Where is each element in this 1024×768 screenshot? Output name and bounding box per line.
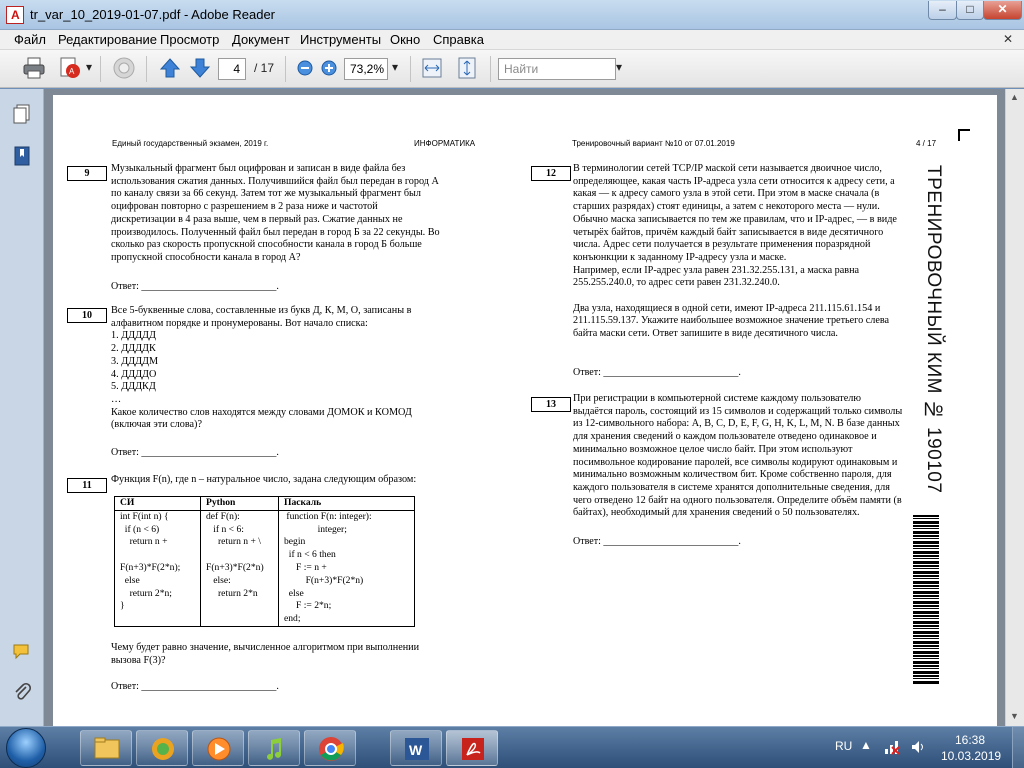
document-area[interactable]: Единый государственный экзамен, 2019 г. … [44, 89, 1024, 726]
question-11-answer: Ответ: ___________________________. [111, 681, 279, 692]
header-subject: ИНФОРМАТИКА [414, 139, 476, 148]
toolbar: A ▾ 4 / 17 73,2% ▾ Найти ▾ [0, 50, 1024, 88]
email-icon[interactable] [112, 56, 136, 80]
menu-file[interactable]: Файл [14, 32, 46, 47]
question-12-text: В терминологии сетей TCP/IP маской сети … [573, 163, 897, 340]
attachments-icon[interactable] [12, 681, 32, 703]
clock-time[interactable]: 16:38 [955, 733, 985, 747]
svg-text:A: A [69, 67, 75, 76]
menu-tools[interactable]: Инструменты [300, 32, 381, 47]
chevron-down-icon[interactable]: ▾ [86, 60, 92, 74]
navigation-pane [0, 89, 44, 726]
zoom-in-icon[interactable] [320, 56, 338, 80]
header-page-number: 4 / 17 [916, 139, 937, 148]
barcode [913, 515, 939, 685]
question-13-text: При регистрации в компьютерной системе к… [573, 393, 903, 519]
question-10-text: Все 5-буквенные слова, составленные из б… [111, 305, 412, 431]
menu-view[interactable]: Просмотр [160, 32, 219, 47]
code-pascal: function F(n: integer): integer; begin i… [278, 509, 415, 627]
fit-width-icon[interactable] [420, 56, 444, 80]
bookmarks-panel-icon[interactable] [12, 145, 32, 167]
question-number-13: 13 [531, 397, 571, 412]
title-bar[interactable]: tr_var_10_2019-01-07.pdf - Adobe Reader … [0, 0, 1024, 30]
page-number-input[interactable]: 4 [218, 58, 246, 80]
question-9-answer: Ответ: ___________________________. [111, 281, 279, 292]
zoom-level-input[interactable]: 73,2% [344, 58, 388, 80]
question-9-text: Музыкальный фрагмент был оцифрован и зап… [111, 163, 440, 263]
show-desktop-button[interactable] [1012, 727, 1024, 768]
pages-panel-icon[interactable] [12, 103, 32, 125]
zoom-out-icon[interactable] [296, 56, 314, 80]
question-10-answer: Ответ: ___________________________. [111, 447, 279, 458]
side-title: ТРЕНИРОВОЧНЫЙ КИМ № 190107 [923, 165, 944, 494]
code-header-pascal: Паскаль [278, 496, 415, 511]
code-python: def F(n): if n < 6: return n + \ F(n+3)*… [200, 509, 279, 627]
code-table: СИ Python Паскаль int F(int n) { if (n <… [114, 496, 415, 627]
fit-page-icon[interactable] [455, 56, 479, 80]
search-dropdown-chevron-icon[interactable]: ▾ [616, 60, 622, 74]
volume-icon[interactable] [910, 739, 926, 755]
window-title: tr_var_10_2019-01-07.pdf - Adobe Reader [30, 7, 276, 22]
pdf-page: Единый государственный экзамен, 2019 г. … [53, 95, 997, 726]
question-number-12: 12 [531, 166, 571, 181]
adobe-reader-taskbar-icon[interactable] [446, 730, 498, 766]
print-icon[interactable] [22, 56, 46, 80]
clock-date[interactable]: 10.03.2019 [941, 749, 1001, 763]
scroll-up-icon[interactable]: ▲ [1010, 92, 1019, 102]
tray-expand-icon[interactable]: ▲ [860, 738, 872, 752]
taskbar: W RU ▲ 16:38 10.03.2019 [0, 726, 1024, 768]
start-button[interactable] [6, 728, 46, 768]
corner-marker [958, 129, 970, 141]
code-header-c: СИ [114, 496, 201, 511]
question-12-answer: Ответ: ___________________________. [573, 367, 741, 378]
close-button[interactable]: ✕ [983, 1, 1022, 20]
next-page-icon[interactable] [188, 56, 212, 80]
scroll-down-icon[interactable]: ▼ [1010, 711, 1019, 721]
menu-document[interactable]: Документ [232, 32, 290, 47]
network-icon[interactable] [884, 739, 900, 755]
code-header-python: Python [200, 496, 279, 511]
header-exam-name: Единый государственный экзамен, 2019 г. [112, 139, 269, 148]
minimize-button[interactable]: ‒ [928, 1, 957, 20]
search-input[interactable]: Найти [498, 58, 616, 80]
menu-help[interactable]: Справка [433, 32, 484, 47]
create-pdf-icon[interactable]: A [58, 56, 82, 80]
adobe-reader-icon [6, 6, 24, 24]
chrome-taskbar-icon[interactable] [304, 730, 356, 766]
menu-edit[interactable]: Редактирование [58, 32, 157, 47]
vertical-scrollbar[interactable]: ▲ ▼ [1005, 89, 1024, 726]
question-11-question: Чему будет равно значение, вычисленное а… [111, 642, 420, 666]
header-variant: Тренировочный вариант №10 от 07.01.2019 [572, 139, 735, 148]
previous-page-icon[interactable] [158, 56, 182, 80]
zoom-dropdown-chevron-icon[interactable]: ▾ [392, 60, 398, 74]
menu-bar: Файл Редактирование Просмотр Документ Ин… [0, 30, 1024, 50]
browser-taskbar-icon[interactable] [136, 730, 188, 766]
maximize-button[interactable]: □ [956, 1, 984, 20]
music-player-taskbar-icon[interactable] [248, 730, 300, 766]
comments-icon[interactable] [12, 641, 32, 663]
language-indicator[interactable]: RU [835, 739, 852, 753]
question-13-answer: Ответ: ___________________________. [573, 536, 741, 547]
question-11-text: Функция F(n), где n – натуральное число,… [111, 474, 417, 485]
question-number-10: 10 [67, 308, 107, 323]
question-number-11: 11 [67, 478, 107, 493]
word-taskbar-icon[interactable]: W [390, 730, 442, 766]
question-number-9: 9 [67, 166, 107, 181]
explorer-taskbar-icon[interactable] [80, 730, 132, 766]
document-close-icon[interactable]: ✕ [1003, 32, 1013, 46]
menu-window[interactable]: Окно [390, 32, 420, 47]
media-player-taskbar-icon[interactable] [192, 730, 244, 766]
code-c: int F(int n) { if (n < 6) return n + F(n… [114, 509, 201, 627]
page-total: / 17 [254, 61, 275, 75]
svg-text:W: W [409, 742, 423, 758]
